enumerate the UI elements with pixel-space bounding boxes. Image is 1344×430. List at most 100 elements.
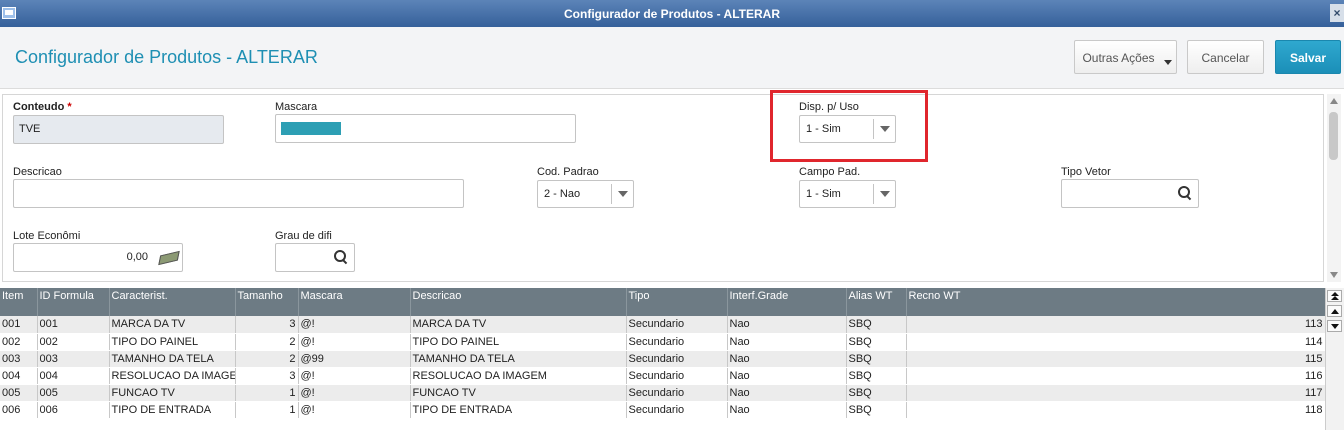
table-cell: MARCA DA TV	[410, 316, 627, 334]
table-cell: Nao	[727, 401, 847, 419]
grau-dificuldade-field[interactable]	[275, 243, 355, 272]
table-cell: 003	[0, 350, 38, 368]
table-cell: 117	[906, 384, 1325, 402]
grid-column-header[interactable]: Recno WT	[906, 288, 1325, 316]
table-cell: @!	[298, 384, 411, 402]
search-icon[interactable]	[1178, 186, 1192, 200]
mascara-field[interactable]	[275, 114, 576, 143]
table-cell: 1	[235, 401, 299, 419]
close-icon[interactable]: ×	[1330, 4, 1344, 22]
campo-pad-label: Campo Pad.	[799, 166, 861, 178]
grid-column-header[interactable]: Interf.Grade	[727, 288, 847, 316]
descricao-field[interactable]	[13, 179, 464, 208]
table-cell: 3	[235, 367, 299, 385]
table-cell: 118	[906, 401, 1325, 419]
lote-economico-value: 0,00	[126, 251, 148, 263]
form-panel: Conteudo * TVE Mascara Disp. p/ Uso 1 - …	[2, 94, 1324, 282]
table-cell: Nao	[727, 384, 847, 402]
conteudo-label: Conteudo *	[13, 101, 72, 113]
table-cell: 2	[235, 333, 299, 351]
lote-economico-field[interactable]: 0,00	[13, 243, 183, 272]
table-cell: 001	[37, 316, 110, 334]
table-cell: 005	[37, 384, 110, 402]
table-cell: SBQ	[846, 384, 907, 402]
table-cell: 004	[0, 367, 38, 385]
table-cell: Secundario	[626, 384, 728, 402]
table-cell: TAMANHO DA TELA	[109, 350, 236, 368]
scroll-down-icon[interactable]	[1330, 272, 1338, 278]
table-cell: Nao	[727, 316, 847, 334]
money-icon[interactable]	[159, 250, 179, 264]
table-cell: @!	[298, 367, 411, 385]
table-row[interactable]: 001 001 MARCA DA TV 3 @! MARCA DA TV Secundari…	[0, 316, 1325, 334]
table-cell: TIPO DE ENTRADA	[410, 401, 627, 419]
table-row[interactable]: 002 002 TIPO DO PAINEL 2 @! TIPO DO PAINEL Sec…	[0, 333, 1325, 351]
table-cell: Nao	[727, 333, 847, 351]
table-cell: Nao	[727, 350, 847, 368]
grid-up-icon[interactable]	[1327, 305, 1342, 317]
cod-padrao-label: Cod. Padrao	[537, 166, 599, 178]
table-row[interactable]: 004 004 RESOLUCAO DA IMAGE 3 @! RESOLUCAO DA …	[0, 367, 1325, 385]
search-icon[interactable]	[334, 250, 348, 264]
grid-column-header[interactable]: Item	[0, 288, 38, 316]
cod-padrao-select[interactable]: 2 - Nao	[537, 180, 634, 208]
page-title: Configurador de Produtos - ALTERAR	[15, 47, 318, 67]
caret-down-icon	[1164, 60, 1172, 65]
table-cell: 113	[906, 316, 1325, 334]
grid-column-header[interactable]: Tipo	[626, 288, 728, 316]
grid-column-header[interactable]: ID Formula	[37, 288, 110, 316]
lote-economico-label: Lote Econômi	[13, 230, 81, 242]
table-cell: 004	[37, 367, 110, 385]
table-cell: 2	[235, 350, 299, 368]
campo-pad-value: 1 - Sim	[806, 188, 841, 200]
table-cell: 001	[0, 316, 38, 334]
table-cell: Secundario	[626, 401, 728, 419]
mascara-masked-value	[281, 122, 341, 135]
table-cell: 1	[235, 384, 299, 402]
dropdown-arrow-icon[interactable]	[873, 184, 895, 204]
table-cell: Nao	[727, 367, 847, 385]
table-cell: 005	[0, 384, 38, 402]
form-scrollbar[interactable]	[1327, 94, 1341, 282]
grid-column-header[interactable]: Mascara	[298, 288, 411, 316]
grid-column-header[interactable]: Caracterist.	[109, 288, 236, 316]
table-row[interactable]: 006 006 TIPO DE ENTRADA 1 @! TIPO DE ENTRADA S…	[0, 401, 1325, 419]
table-cell: Secundario	[626, 350, 728, 368]
dropdown-arrow-icon[interactable]	[611, 184, 633, 204]
table-row[interactable]: 003 003 TAMANHO DA TELA 2 @99 TAMANHO DA TELA…	[0, 350, 1325, 368]
items-grid: Item ID Formula Caracterist. Tamanho Mascara…	[0, 288, 1325, 430]
cancel-button[interactable]: Cancelar	[1187, 40, 1264, 74]
grid-first-icon[interactable]	[1327, 290, 1342, 302]
table-cell: @!	[298, 316, 411, 334]
table-cell: SBQ	[846, 333, 907, 351]
table-cell: Secundario	[626, 333, 728, 351]
table-cell: TIPO DO PAINEL	[109, 333, 236, 351]
table-cell: 006	[0, 401, 38, 419]
grid-down-icon[interactable]	[1327, 320, 1342, 332]
table-cell: SBQ	[846, 350, 907, 368]
window-titlebar: Configurador de Produtos - ALTERAR ×	[0, 0, 1344, 27]
table-cell: Secundario	[626, 316, 728, 334]
scroll-up-icon[interactable]	[1330, 98, 1338, 104]
grid-column-header[interactable]: Tamanho	[235, 288, 299, 316]
table-cell: TAMANHO DA TELA	[410, 350, 627, 368]
tipo-vetor-field[interactable]	[1061, 179, 1199, 208]
scroll-thumb[interactable]	[1329, 112, 1338, 160]
conteudo-field[interactable]: TVE	[13, 115, 224, 144]
table-cell: 002	[37, 333, 110, 351]
table-row[interactable]: 005 005 FUNCAO TV 1 @! FUNCAO TV Secundario Nao…	[0, 384, 1325, 402]
grid-column-header[interactable]: Alias WT	[846, 288, 907, 316]
outras-acoes-button[interactable]: Outras Ações	[1074, 40, 1177, 74]
window-title: Configurador de Produtos - ALTERAR	[564, 7, 780, 21]
table-cell: 116	[906, 367, 1325, 385]
table-cell: FUNCAO TV	[410, 384, 627, 402]
table-cell: SBQ	[846, 316, 907, 334]
table-cell: 003	[37, 350, 110, 368]
table-cell: RESOLUCAO DA IMAGE	[109, 367, 236, 385]
grid-nav	[1325, 288, 1344, 430]
table-cell: TIPO DE ENTRADA	[109, 401, 236, 419]
save-button[interactable]: Salvar	[1275, 40, 1341, 74]
campo-pad-select[interactable]: 1 - Sim	[799, 180, 896, 208]
table-cell: 115	[906, 350, 1325, 368]
grid-column-header[interactable]: Descricao	[410, 288, 627, 316]
